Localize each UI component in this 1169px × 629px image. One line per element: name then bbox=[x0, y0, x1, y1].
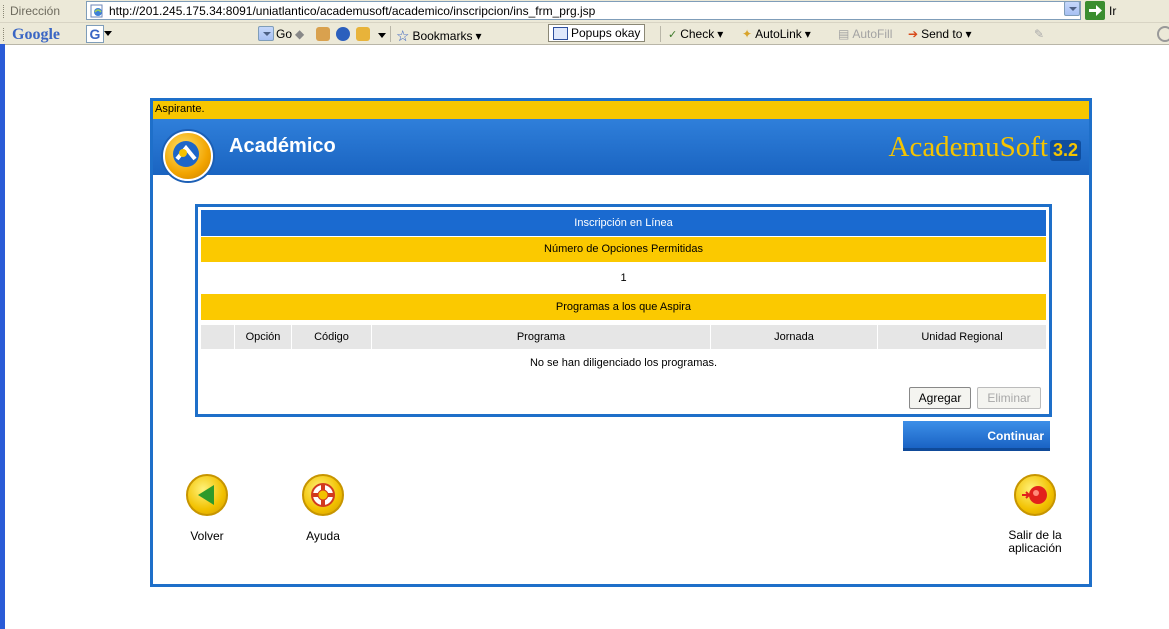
window-left-border bbox=[0, 44, 5, 629]
column-header-opcion: Opción bbox=[235, 325, 292, 349]
send-icon: ➔ bbox=[908, 27, 919, 41]
google-search-input[interactable] bbox=[120, 26, 250, 42]
delete-program-button[interactable]: Eliminar bbox=[977, 387, 1041, 409]
popups-button[interactable]: Popups okay bbox=[548, 24, 646, 42]
pencil-icon[interactable]: ✎ bbox=[1034, 27, 1044, 41]
arrows-icon: ◆ bbox=[295, 27, 305, 41]
programs-table-header: Opción Código Programa Jornada Unidad Re… bbox=[201, 325, 1046, 349]
settings-icon[interactable] bbox=[1157, 26, 1169, 42]
wand-icon: ✦ bbox=[742, 27, 753, 41]
add-program-button[interactable]: Agregar bbox=[909, 387, 971, 409]
exit-label[interactable]: Salir de la aplicación bbox=[999, 529, 1071, 555]
bookmarks-button[interactable]: ☆ Bookmarks ▾ bbox=[396, 27, 482, 45]
search-dropdown-icon[interactable] bbox=[258, 26, 274, 41]
back-arrow-icon bbox=[198, 485, 214, 505]
popup-blocker-icon bbox=[553, 26, 568, 40]
page-icon bbox=[90, 4, 103, 18]
pagerank-icon[interactable] bbox=[336, 27, 350, 41]
lifebuoy-icon bbox=[311, 483, 335, 507]
star-icon: ☆ bbox=[396, 28, 410, 45]
autolink-button[interactable]: ✦ AutoLink ▾ bbox=[742, 27, 811, 41]
go-label[interactable]: Ir bbox=[1109, 4, 1116, 18]
chevron-down-icon: ▾ bbox=[717, 27, 724, 41]
toolbar-grip[interactable] bbox=[3, 5, 6, 18]
autofill-button[interactable]: ▤ AutoFill bbox=[838, 27, 892, 41]
toolbar-grip[interactable] bbox=[3, 28, 6, 41]
options-heading: Número de Opciones Permitidas bbox=[201, 237, 1046, 262]
back-button[interactable] bbox=[186, 474, 228, 516]
help-button[interactable] bbox=[302, 474, 344, 516]
separator bbox=[390, 26, 391, 42]
inscription-panel: Inscripción en Línea Número de Opciones … bbox=[195, 204, 1052, 417]
section-title: Académico bbox=[229, 135, 336, 157]
separator bbox=[660, 26, 661, 42]
chevron-down-icon: ▾ bbox=[475, 29, 482, 43]
continue-button[interactable]: Continuar bbox=[903, 421, 1050, 451]
chevron-down-icon: ▾ bbox=[804, 27, 811, 41]
browser-toolbar: Dirección http://201.245.175.34:8091/uni… bbox=[0, 0, 1169, 45]
address-label: Dirección bbox=[10, 4, 61, 18]
spellcheck-icon: ✓ bbox=[668, 28, 678, 41]
app-header: Académico AcademuSoft 3.2 bbox=[153, 119, 1089, 181]
form-icon: ▤ bbox=[838, 27, 850, 41]
send-to-button[interactable]: ➔ Send to ▾ bbox=[908, 27, 971, 41]
empty-programs-message: No se han diligenciado los programas. bbox=[529, 357, 718, 369]
column-header-unidad-regional: Unidad Regional bbox=[921, 331, 1003, 343]
exit-icon bbox=[1022, 486, 1047, 504]
address-dropdown-icon[interactable] bbox=[1064, 1, 1080, 16]
app-frame: Aspirante. Académico AcademuSoft 3.2 Insc… bbox=[150, 98, 1092, 587]
column-header-blank bbox=[201, 325, 235, 349]
column-header-jornada: Jornada bbox=[711, 325, 878, 349]
options-count: 1 bbox=[620, 272, 627, 284]
google-g-button[interactable]: G bbox=[86, 25, 104, 43]
address-bar-row: Dirección http://201.245.175.34:8091/uni… bbox=[0, 0, 1169, 22]
google-logo[interactable]: Google bbox=[12, 26, 60, 44]
chevron-down-icon[interactable] bbox=[104, 31, 112, 36]
column-header-codigo: Código bbox=[292, 325, 372, 349]
highlight-icon[interactable] bbox=[356, 27, 370, 41]
news-icon[interactable] bbox=[316, 27, 330, 41]
help-label[interactable]: Ayuda bbox=[299, 529, 347, 543]
spell-check-button[interactable]: ✓ Check ▾ bbox=[668, 27, 723, 41]
panel-title: Inscripción en Línea bbox=[201, 210, 1046, 236]
chevron-down-icon[interactable] bbox=[378, 33, 386, 38]
google-toolbar: Google G Go ◆ ☆ Bookmarks ▾ Popups okay … bbox=[0, 22, 1169, 45]
back-label[interactable]: Volver bbox=[186, 529, 228, 543]
column-header-programa: Programa bbox=[372, 325, 711, 349]
url-text: http://201.245.175.34:8091/uniatlantico/… bbox=[109, 4, 596, 18]
go-arrow-icon[interactable] bbox=[1085, 1, 1105, 20]
academic-logo-icon bbox=[163, 131, 213, 181]
address-input[interactable]: http://201.245.175.34:8091/uniatlantico/… bbox=[86, 1, 1081, 20]
go-search-button[interactable]: Go ◆ bbox=[276, 27, 304, 41]
exit-button[interactable] bbox=[1014, 474, 1056, 516]
user-role: Aspirante. bbox=[155, 103, 205, 115]
brand-logo: AcademuSoft 3.2 bbox=[889, 131, 1081, 164]
programs-heading: Programas a los que Aspira bbox=[201, 294, 1046, 320]
user-role-bar: Aspirante. bbox=[153, 101, 1089, 119]
chevron-down-icon: ▾ bbox=[965, 27, 972, 41]
